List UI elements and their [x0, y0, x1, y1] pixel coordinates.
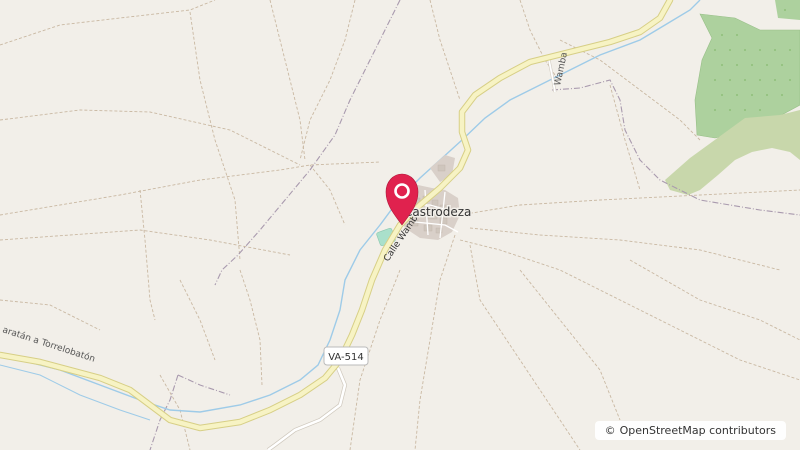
attribution-text[interactable]: OpenStreetMap contributors — [620, 424, 776, 437]
woodland-area-corner — [775, 0, 800, 20]
road-shield-label: VA-514 — [328, 352, 364, 363]
map-attribution[interactable]: © OpenStreetMap contributors — [594, 421, 786, 440]
road-shield: VA-514 — [323, 346, 369, 366]
map-layer: Calle Wamba Wamba aratán a Torrelobatón … — [0, 0, 800, 450]
map-canvas[interactable]: Calle Wamba Wamba aratán a Torrelobatón … — [0, 0, 800, 450]
copyright-symbol: © — [604, 424, 616, 437]
